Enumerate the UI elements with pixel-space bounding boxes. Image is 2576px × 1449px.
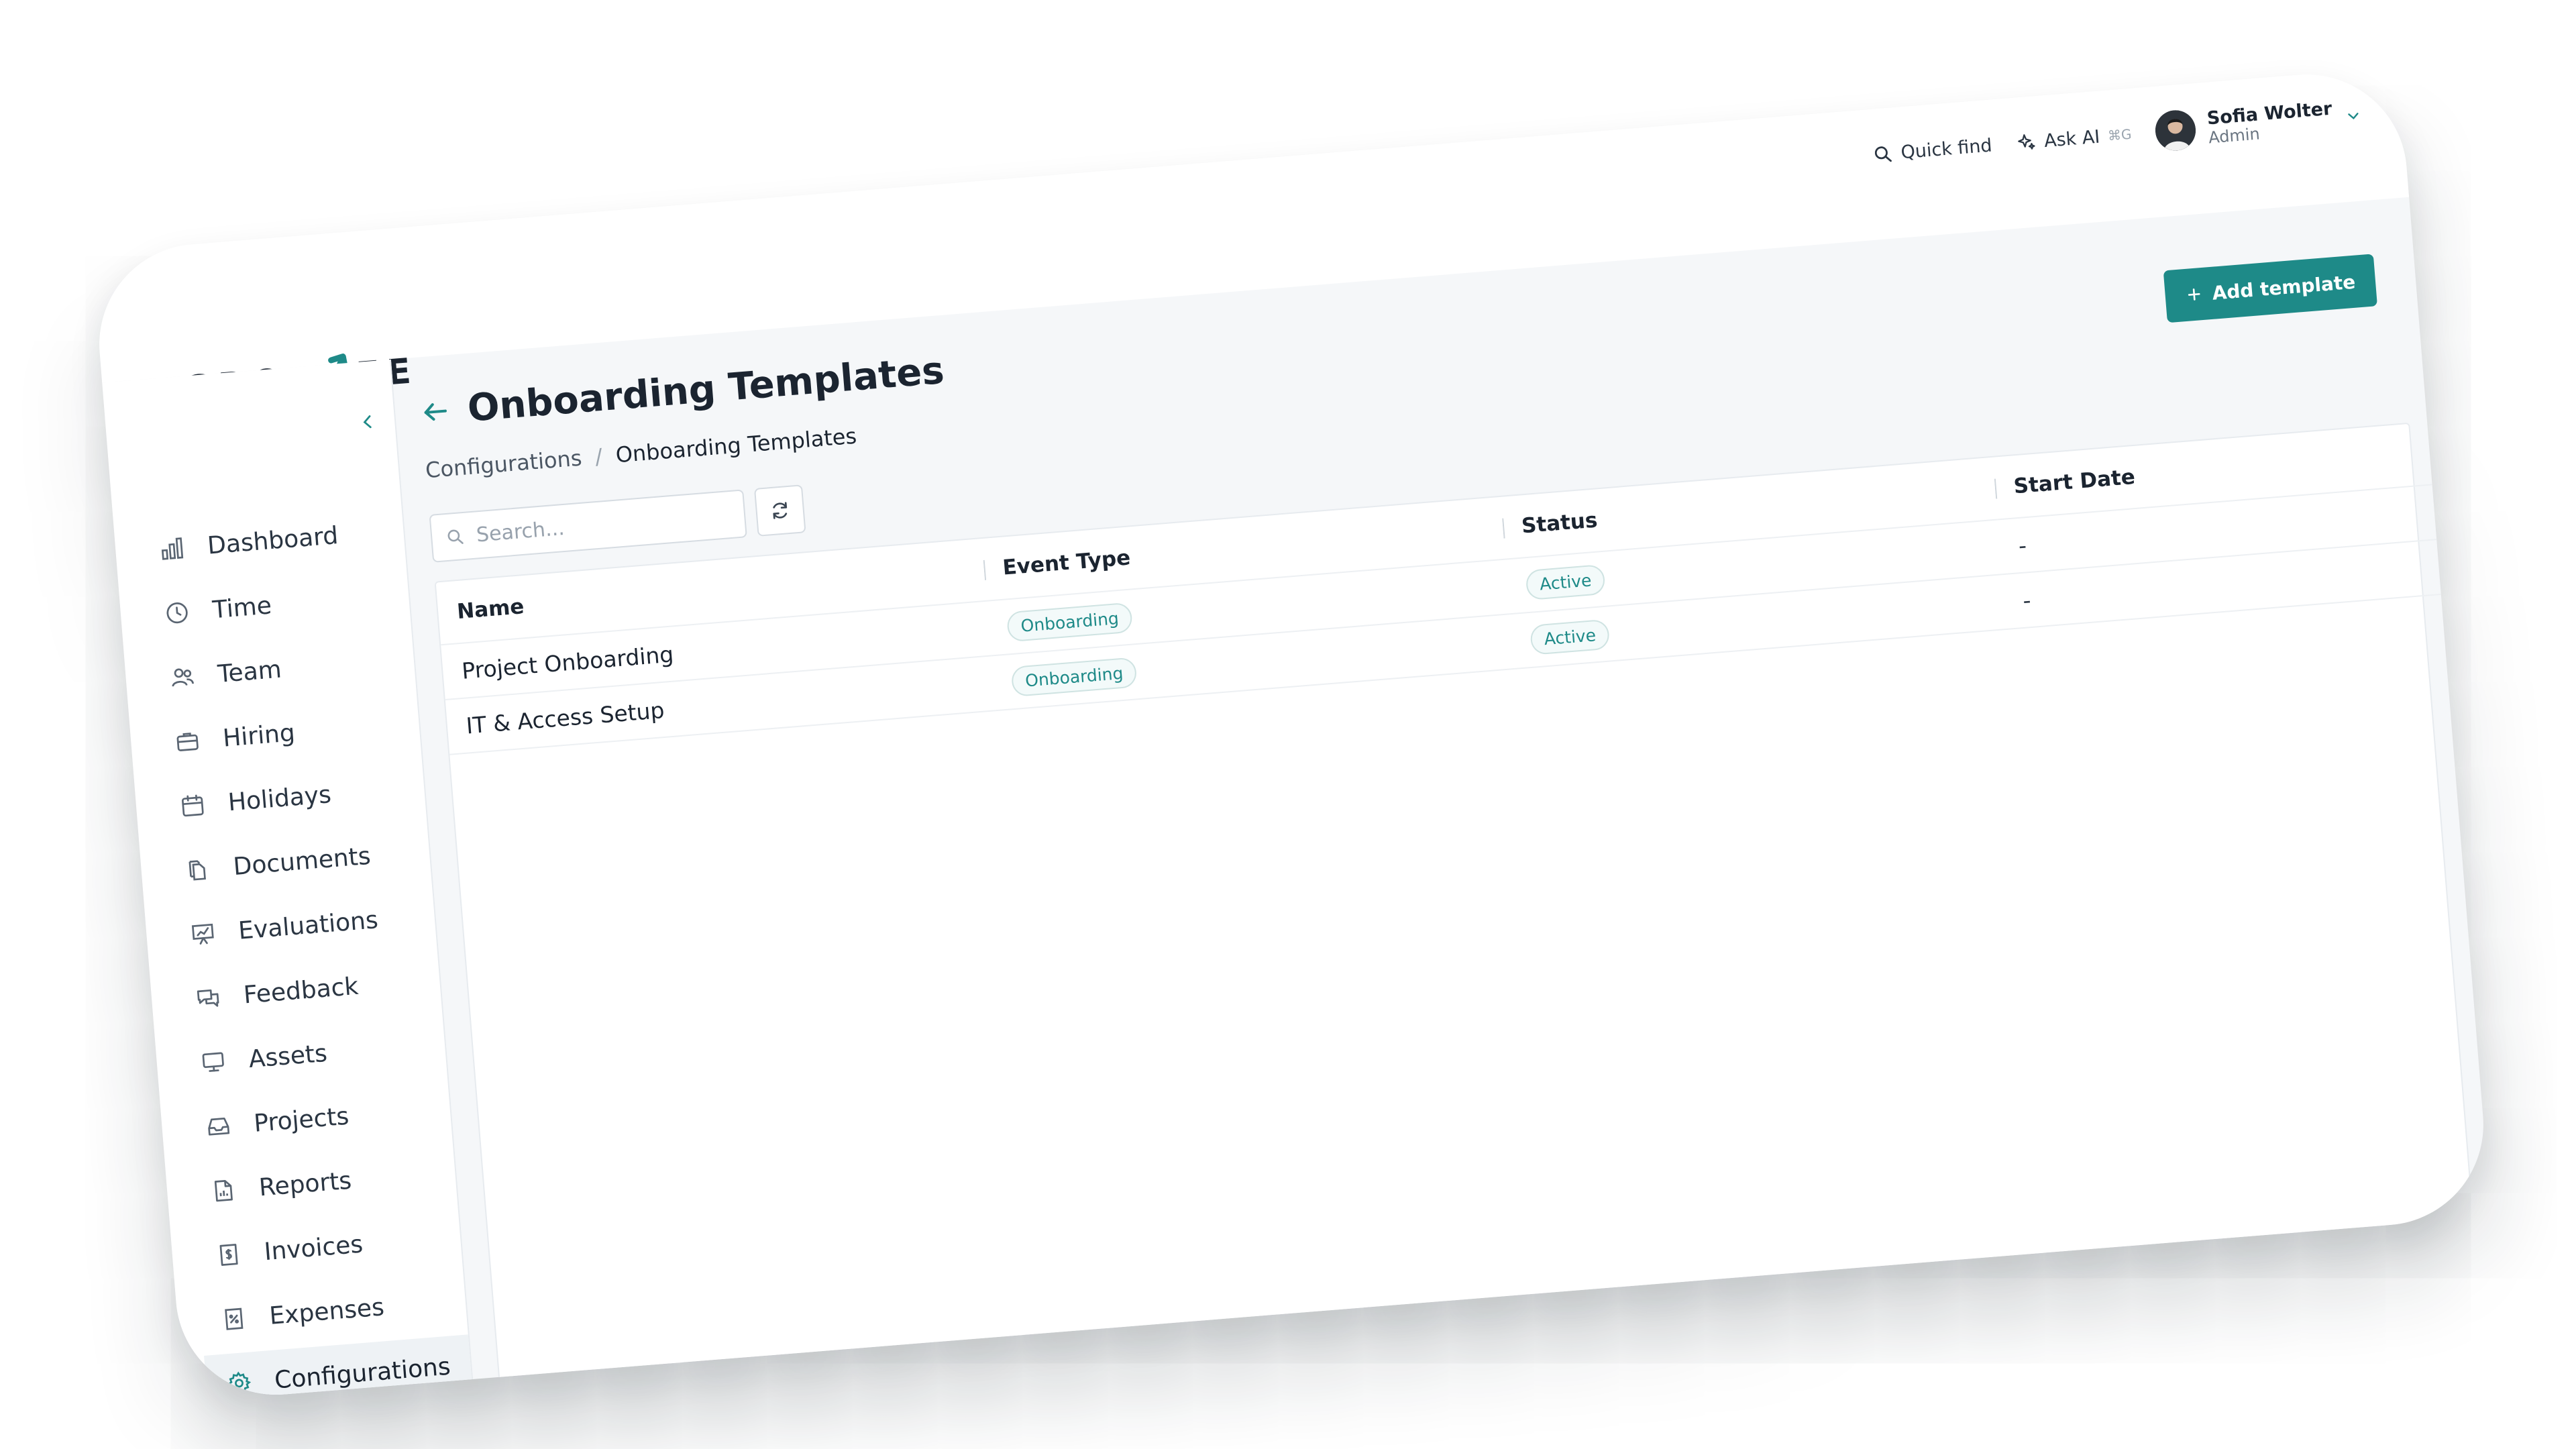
avatar (2153, 109, 2198, 152)
quick-find-button[interactable]: Quick find (1872, 135, 1993, 165)
event-type-badge: Onboarding (1006, 602, 1134, 642)
collapse-sidebar-button[interactable] (354, 407, 382, 436)
chevron-down-icon (2348, 113, 2359, 119)
screenshot-stage: Quick find Ask AI ⌘G Sofia Wolter Admin (0, 0, 2576, 1449)
refresh-icon (773, 502, 788, 519)
status-badge: Active (1525, 564, 1607, 600)
plus-icon (2188, 288, 2200, 301)
cell-actions: ... (2463, 471, 2491, 537)
breadcrumb-current: Onboarding Templates (614, 423, 858, 468)
search-icon (1875, 146, 1892, 162)
page-title: Onboarding Templates (466, 348, 946, 431)
documents-icon (189, 860, 206, 881)
sidebar-item-label: Expenses (268, 1293, 386, 1330)
bar-chart-icon (161, 537, 184, 560)
receipt-icon (225, 1307, 244, 1330)
app-window: Quick find Ask AI ⌘G Sofia Wolter Admin (91, 66, 2491, 1403)
sidebar-item-label: Projects (252, 1102, 350, 1138)
status-badge: Active (1529, 619, 1611, 655)
top-actions: Quick find Ask AI ⌘G Sofia Wolter Admin (1871, 95, 2363, 174)
sidebar-item-label: Documents (232, 842, 372, 881)
user-menu[interactable]: Sofia Wolter Admin (2153, 95, 2364, 152)
sparkles-icon (2017, 134, 2035, 150)
back-arrow-icon[interactable] (420, 396, 451, 427)
search-input[interactable] (474, 502, 732, 548)
search-box[interactable] (429, 489, 747, 563)
sidebar-item-label: Feedback (242, 972, 360, 1009)
calendar-icon (182, 794, 204, 817)
cell-actions: ... (2467, 525, 2491, 592)
ask-ai-label: Ask AI (2043, 126, 2101, 152)
search-icon (447, 529, 464, 544)
breadcrumb-configurations[interactable]: Configurations (425, 445, 583, 484)
breadcrumb: Configurations / Onboarding Templates (425, 423, 858, 484)
table: Name Event Type Status Start Date Action… (435, 409, 2491, 755)
main-content: Onboarding Templates Configurations / On… (390, 197, 2491, 1387)
quick-find-label: Quick find (1900, 134, 1993, 163)
sidebar-item-label: Dashboard (206, 521, 339, 560)
invoice-icon (219, 1244, 238, 1266)
page-header: Onboarding Templates (419, 349, 946, 435)
sidebar-item-label: Configurations (273, 1352, 452, 1395)
chevron-left-icon (363, 415, 372, 429)
row-actions-button[interactable]: ... (2483, 496, 2491, 521)
sidebar-item-label: Reports (258, 1167, 353, 1202)
clock-icon (166, 602, 188, 624)
chat-bubbles-icon (197, 989, 219, 1007)
gear-icon (227, 1371, 252, 1395)
column-header-actions[interactable]: Actions (2457, 409, 2491, 482)
user-photo-icon (2153, 109, 2198, 152)
templates-table: Name Event Type Status Start Date Action… (434, 409, 2491, 1387)
sidebar-item-label: Team (216, 655, 283, 688)
inbox-icon (208, 1117, 230, 1136)
sidebar-item-label: Time (211, 591, 273, 624)
sidebar-item-label: Evaluations (237, 906, 380, 945)
briefcase-icon (176, 733, 199, 751)
sidebar-item-label: Holidays (227, 780, 333, 816)
add-template-label: Add template (2211, 270, 2357, 305)
sidebar-item-label: Invoices (263, 1230, 364, 1266)
breadcrumb-separator: / (594, 443, 604, 470)
monitor-icon (202, 1052, 224, 1072)
event-type-badge: Onboarding (1010, 656, 1138, 697)
sidebar-item-label: Hiring (221, 718, 297, 753)
ask-ai-button[interactable]: Ask AI ⌘G (2015, 123, 2133, 154)
table-toolbar (429, 484, 806, 563)
add-template-button[interactable]: Add template (2163, 254, 2377, 323)
ask-ai-shortcut: ⌘G (2107, 125, 2133, 144)
presentation-chart-icon (191, 923, 214, 945)
refresh-button[interactable] (753, 484, 806, 537)
report-file-icon (214, 1180, 233, 1202)
row-actions-button[interactable]: ... (2487, 550, 2491, 576)
users-icon (172, 668, 195, 687)
sidebar-item-label: Assets (248, 1039, 329, 1073)
user-info: Sofia Wolter Admin (2206, 98, 2334, 147)
